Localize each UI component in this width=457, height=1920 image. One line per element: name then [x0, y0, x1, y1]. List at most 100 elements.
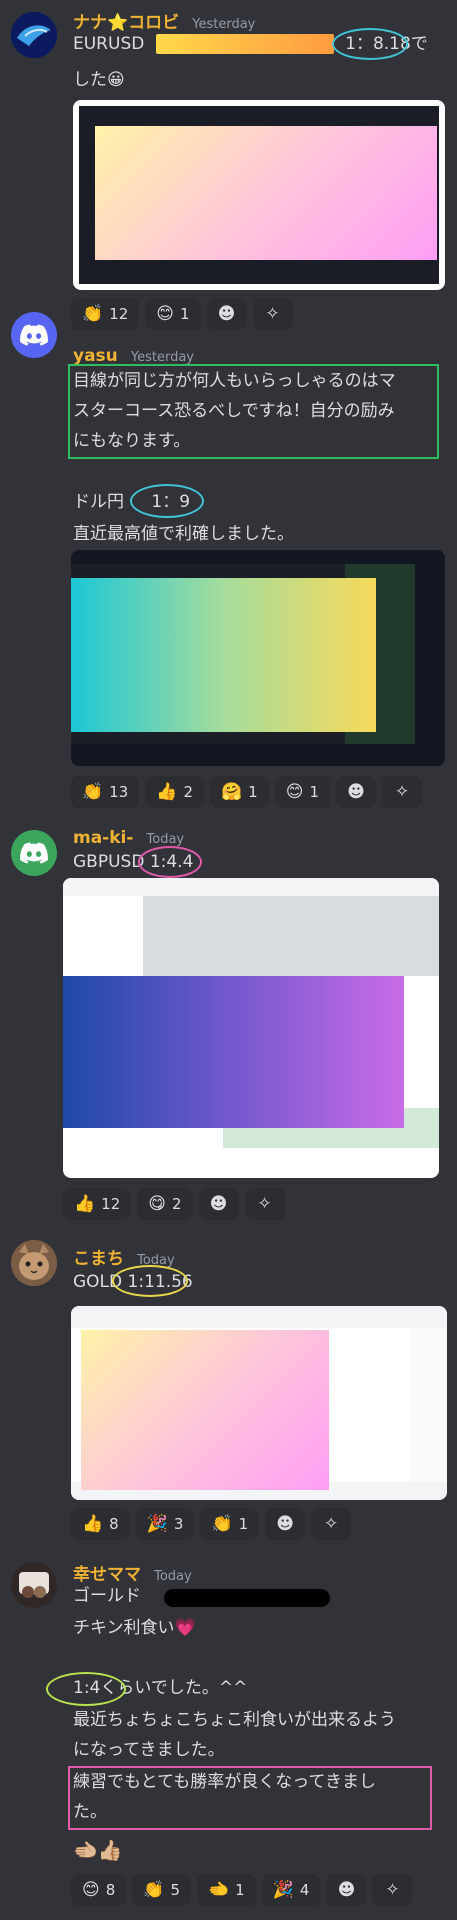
reaction[interactable]: 👏 5: [132, 1874, 191, 1906]
smile-icon: 😊: [82, 1880, 100, 1900]
add-super-reaction-button[interactable]: ✧: [372, 1874, 413, 1906]
add-reaction-icon: ☻: [209, 1194, 228, 1214]
message-text: 目線が同じ方が何人もいらっしゃるのはマ: [73, 371, 396, 391]
add-super-reaction-button[interactable]: ✧: [381, 776, 422, 808]
smile-icon: 😊: [156, 304, 174, 324]
highlight-ring: [112, 1265, 188, 1297]
avatar[interactable]: [11, 12, 57, 58]
reaction[interactable]: 😊 1: [145, 298, 201, 330]
username[interactable]: yasu: [73, 346, 118, 366]
super-reaction-icon: ✧: [324, 1514, 339, 1534]
super-reaction-icon: ✧: [385, 1880, 400, 1900]
chart-toolbar: [71, 1306, 447, 1328]
text-gold: ゴールド: [73, 1586, 141, 1606]
smile-icon: 😊: [285, 782, 304, 802]
reaction[interactable]: 😊 1: [274, 776, 330, 808]
reaction-count: 4: [299, 1881, 310, 1899]
text-suffix: で: [410, 34, 428, 54]
username[interactable]: ma-ki-: [73, 828, 133, 848]
discord-logo-icon: [20, 324, 48, 346]
discord-logo-icon: [20, 842, 48, 864]
reaction[interactable]: 👏 12: [71, 298, 140, 330]
reaction[interactable]: 👍 12: [63, 1188, 132, 1220]
chart-screenshot[interactable]: [71, 1306, 447, 1500]
redacted-chart-overlay: [81, 1330, 329, 1490]
party-popper-icon: 🎉: [272, 1880, 294, 1900]
chart-zone: [143, 896, 439, 976]
text-pair: ドル円: [73, 492, 124, 512]
redacted-chart-overlay: [63, 976, 404, 1128]
redacted-chart-overlay: [95, 126, 437, 260]
avatar[interactable]: [11, 312, 57, 358]
add-reaction-button[interactable]: ☻: [265, 1508, 306, 1540]
highlight-ring: [130, 484, 204, 518]
reaction[interactable]: 🫲 1: [197, 1874, 256, 1906]
username[interactable]: ナナ⭐コロビ: [73, 13, 179, 33]
add-super-reaction-button[interactable]: ✧: [244, 1188, 285, 1220]
timestamp: Today: [154, 1569, 192, 1584]
super-reaction-icon: ✧: [257, 1194, 272, 1214]
chart-screenshot[interactable]: [73, 100, 445, 290]
message-text: スターコース恐るべしですね！自分の励み: [73, 401, 395, 421]
party-popper-icon: 🎉: [146, 1514, 168, 1534]
chart-screenshot[interactable]: [71, 550, 445, 766]
timestamp: Today: [146, 832, 185, 847]
add-super-reaction-button[interactable]: ✧: [252, 298, 293, 330]
reaction-count: 12: [109, 305, 129, 323]
highlight-ring: [46, 1672, 126, 1706]
thumbs-up-icon: 👍: [74, 1194, 96, 1214]
reactions-bar: 👏 13 👍 2 🤗 1 😊 1 ☻ ✧: [71, 776, 422, 808]
thumbs-up-icon: 👍: [156, 782, 178, 802]
message-text: ゴールド: [73, 1584, 141, 1608]
reaction[interactable]: 👍 8: [71, 1508, 130, 1540]
avatar[interactable]: [11, 1240, 57, 1286]
super-reaction-icon: ✧: [394, 782, 410, 802]
reactions-bar: 👏 12 😊 1 ☻ ✧: [71, 298, 293, 330]
reaction[interactable]: 🎉 3: [135, 1508, 195, 1540]
message-text: た。: [73, 1802, 107, 1822]
reactions-bar: 😊 8 👏 5 🫲 1 🎉 4 ☻ ✧: [71, 1874, 413, 1906]
reaction[interactable]: 🎉 4: [261, 1874, 321, 1906]
redaction-bar: [164, 1589, 330, 1607]
add-reaction-button[interactable]: ☻: [206, 298, 247, 330]
chart-screenshot[interactable]: [63, 878, 439, 1178]
username[interactable]: 幸せママ: [73, 1565, 141, 1585]
reaction[interactable]: 🤗 1: [209, 776, 269, 808]
cat-avatar-icon: [11, 1240, 57, 1286]
reaction[interactable]: 👏 1: [200, 1508, 260, 1540]
reaction-count: 8: [105, 1881, 116, 1899]
add-reaction-button[interactable]: ☻: [326, 1874, 367, 1906]
message-text: にもなります。: [73, 431, 191, 451]
reaction-count: 12: [101, 1195, 121, 1213]
message-text: チキン利食い💗: [73, 1618, 196, 1638]
reaction[interactable]: 😋 2: [137, 1188, 193, 1220]
avatar[interactable]: [11, 830, 57, 876]
reaction-count: 2: [172, 1195, 182, 1213]
reaction-count: 1: [238, 1515, 249, 1533]
reaction[interactable]: 👍 2: [145, 776, 204, 808]
add-reaction-button[interactable]: ☻: [198, 1188, 239, 1220]
reactions-bar: 👍 8 🎉 3 👏 1 ☻ ✧: [71, 1508, 352, 1540]
avatar[interactable]: [11, 1562, 57, 1608]
reaction-count: 8: [109, 1515, 119, 1533]
text-pair: EURUSD: [73, 34, 145, 54]
redacted-chart-overlay: [71, 578, 376, 732]
hug-icon: 🤗: [220, 782, 243, 802]
highlight-ring: [332, 28, 408, 60]
add-reaction-icon: ☻: [217, 304, 236, 324]
reaction-count: 5: [170, 1881, 180, 1899]
clap-icon: 👏: [82, 304, 104, 324]
yum-icon: 😋: [148, 1194, 166, 1214]
add-reaction-icon: ☻: [347, 782, 365, 802]
super-reaction-icon: ✧: [265, 304, 280, 324]
add-reaction-button[interactable]: ☻: [335, 776, 376, 808]
reactions-bar: 👍 12 😋 2 ☻ ✧: [63, 1188, 285, 1220]
reaction[interactable]: 👏 13: [71, 776, 140, 808]
profile-photo-icon: [11, 1562, 57, 1608]
reaction-count: 3: [173, 1515, 184, 1533]
reaction[interactable]: 😊 8: [71, 1874, 127, 1906]
highlight-ring: [138, 846, 202, 878]
add-super-reaction-button[interactable]: ✧: [311, 1508, 352, 1540]
clap-icon: 👏: [211, 1514, 233, 1534]
username[interactable]: こまち: [73, 1249, 124, 1269]
